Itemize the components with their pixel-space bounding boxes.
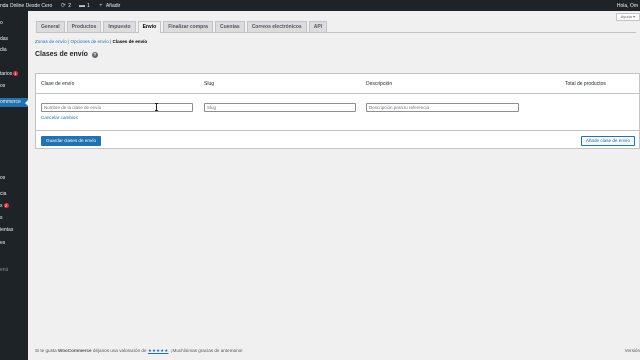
sidebar-item-label: os bbox=[0, 83, 6, 89]
main-content: Ayuda ▾ General Productos Impuesto Envío… bbox=[28, 11, 640, 360]
help-button[interactable]: Ayuda ▾ bbox=[615, 13, 640, 21]
sidebar-item-8[interactable]: s2 bbox=[0, 203, 9, 209]
footer-text-middle: déjanos una valoración de bbox=[92, 348, 147, 353]
sidebar-item-label: o bbox=[0, 20, 3, 26]
rating-stars-link[interactable]: ★★★★★ bbox=[148, 348, 169, 353]
new-content-link[interactable]: + Añadir bbox=[98, 3, 120, 9]
header-description: Descripción bbox=[366, 81, 393, 87]
site-name-link[interactable]: nda Online Desde Cero bbox=[0, 3, 52, 9]
sidebar-item-10[interactable]: ientas bbox=[0, 227, 13, 233]
comments-count: 1 bbox=[87, 2, 90, 9]
cancel-changes-link[interactable]: Cancelar cambios bbox=[41, 115, 78, 120]
sidebar-item-woocommerce[interactable]: ommerce bbox=[0, 98, 28, 107]
shipping-subsections: Zonas de envío | Opciones de envío | Cla… bbox=[35, 39, 147, 44]
collapse-menu[interactable]: enú bbox=[0, 267, 8, 273]
link-zonas-envio[interactable]: Zonas de envío bbox=[35, 39, 67, 44]
sidebar-item-0[interactable]: o bbox=[0, 20, 3, 26]
tab-correos[interactable]: Correos electrónicos bbox=[246, 21, 307, 32]
sidebar-item-label: s bbox=[0, 215, 3, 221]
greeting-label: Hola, Om bbox=[616, 2, 638, 9]
tab-envio[interactable]: Envío bbox=[137, 21, 162, 33]
shipping-class-name-input[interactable] bbox=[41, 103, 193, 112]
sidebar-item-label: ommerce bbox=[0, 99, 21, 105]
tab-impuesto[interactable]: Impuesto bbox=[103, 21, 136, 32]
shipping-classes-table: Clase de envío Slug Descripción Total de… bbox=[35, 73, 640, 149]
comments-badge: 1 bbox=[13, 71, 19, 77]
sidebar-item-label: es bbox=[0, 240, 6, 246]
header-product-count: Total de productos bbox=[565, 81, 606, 87]
shipping-class-description-input[interactable] bbox=[366, 103, 519, 112]
header-slug: Slug bbox=[204, 81, 215, 87]
sidebar-item-7[interactable]: cia bbox=[0, 191, 6, 197]
page-heading: Clases de envío ? bbox=[35, 51, 98, 58]
footer-text-before: Si te gusta bbox=[35, 348, 57, 353]
updates-count: 2 bbox=[68, 2, 72, 9]
admin-footer-text: Si te gusta WooCommerce déjanos una valo… bbox=[35, 348, 242, 354]
table-header: Clase de envío Slug Descripción Total de… bbox=[36, 74, 639, 94]
sidebar-item-2[interactable]: dia bbox=[0, 47, 7, 53]
help-label: Ayuda bbox=[620, 14, 632, 19]
sidebar-item-label: das bbox=[0, 36, 9, 42]
updates-icon: ⟳ bbox=[60, 2, 66, 9]
tab-productos[interactable]: Productos bbox=[66, 21, 102, 32]
sidebar-item-3[interactable]: tarios 1 bbox=[0, 71, 19, 77]
sidebar-item-6[interactable]: os bbox=[0, 175, 5, 181]
page-title: Clases de envío bbox=[35, 51, 88, 58]
sidebar-item-label: s bbox=[0, 203, 3, 209]
plugins-badge: 2 bbox=[3, 203, 9, 209]
tab-api[interactable]: API bbox=[308, 21, 328, 32]
footer-brand: WooCommerce bbox=[58, 348, 92, 353]
text-cursor-icon bbox=[155, 103, 158, 111]
admin-sidebar: o das dia tarios 1 os ommerce os cia s2 s… bbox=[0, 11, 28, 360]
table-footer: Guardar clases de envío Añade clase de e… bbox=[36, 130, 639, 150]
current-subsection: Clases de envío bbox=[112, 39, 148, 44]
new-label: Añadir bbox=[105, 2, 121, 9]
sidebar-item-label: tarios bbox=[0, 71, 13, 77]
separator: | bbox=[67, 39, 70, 44]
link-opciones-envio[interactable]: Opciones de envío bbox=[70, 39, 108, 44]
comment-icon: ▬ bbox=[79, 2, 86, 9]
sidebar-item-label: dia bbox=[0, 47, 7, 53]
sidebar-item-11[interactable]: es bbox=[0, 240, 5, 246]
sidebar-item-label: ientas bbox=[0, 227, 14, 233]
shipping-class-slug-input[interactable] bbox=[204, 103, 356, 112]
account-menu[interactable]: Hola, Om bbox=[617, 0, 638, 11]
updates-link[interactable]: ⟳ 2 bbox=[60, 3, 71, 9]
save-shipping-classes-button[interactable]: Guardar clases de envío bbox=[41, 136, 102, 146]
sidebar-item-label: os bbox=[0, 175, 6, 181]
sidebar-item-4[interactable]: os bbox=[0, 83, 5, 89]
tab-cuentas[interactable]: Cuentas bbox=[214, 21, 245, 32]
help-tip-icon[interactable]: ? bbox=[91, 51, 98, 58]
sidebar-item-1[interactable]: das bbox=[0, 36, 8, 42]
add-shipping-class-button[interactable]: Añade clase de envío bbox=[580, 136, 635, 146]
tab-general[interactable]: General bbox=[36, 21, 65, 32]
separator: | bbox=[110, 39, 112, 44]
tab-finalizar-compra[interactable]: Finalizar compra bbox=[163, 21, 213, 32]
collapse-menu-label: enú bbox=[0, 267, 9, 273]
header-name: Clase de envío bbox=[41, 81, 75, 87]
site-name-label: nda Online Desde Cero bbox=[0, 2, 53, 9]
admin-bar: nda Online Desde Cero ⟳ 2 ▬ 1 + Añadir H… bbox=[0, 0, 640, 11]
footer-text-after: . ¡Muchísimas gracias de antemano! bbox=[168, 348, 243, 353]
plus-icon: + bbox=[99, 2, 103, 9]
comments-link[interactable]: ▬ 1 bbox=[79, 3, 90, 9]
sidebar-item-label: cia bbox=[0, 191, 7, 197]
sidebar-item-9[interactable]: s bbox=[0, 215, 3, 221]
version-label: Versión bbox=[624, 348, 640, 353]
settings-tabs: General Productos Impuesto Envío Finaliz… bbox=[36, 21, 636, 33]
